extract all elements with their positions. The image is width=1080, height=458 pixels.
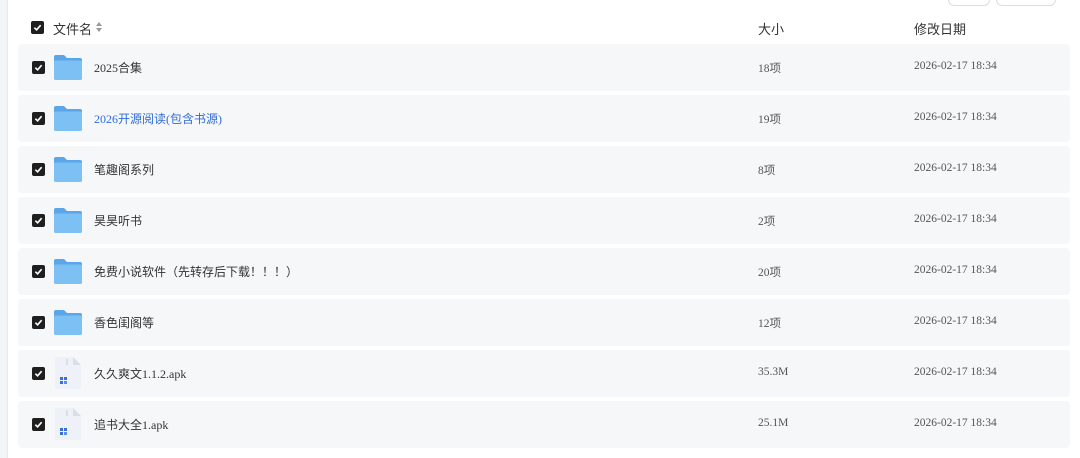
file-name[interactable]: 免费小说软件（先转存后下载！！！） <box>94 263 298 280</box>
file-size: 19项 <box>758 114 781 126</box>
folder-icon <box>53 104 83 132</box>
toolbar-button-partial[interactable] <box>996 0 1056 6</box>
row-checkbox[interactable] <box>32 61 45 74</box>
file-size: 2项 <box>758 216 776 228</box>
row-checkbox[interactable] <box>32 112 45 125</box>
file-size: 25.1M <box>758 417 789 429</box>
check-icon <box>34 268 43 276</box>
file-name[interactable]: 久久爽文1.1.2.apk <box>94 365 186 382</box>
file-date: 2026-02-17 18:34 <box>914 417 997 429</box>
file-size: 35.3M <box>758 366 789 378</box>
check-icon <box>33 24 42 32</box>
file-name[interactable]: 笔趣阁系列 <box>94 161 154 178</box>
column-header-name[interactable]: 文件名 <box>53 19 92 38</box>
check-icon <box>34 64 43 72</box>
file-date: 2026-02-17 18:34 <box>914 213 997 225</box>
file-name[interactable]: 2025合集 <box>94 59 142 76</box>
folder-icon <box>53 206 83 234</box>
row-checkbox[interactable] <box>32 163 45 176</box>
file-date: 2026-02-17 18:34 <box>914 111 997 123</box>
toolbar-button-partial[interactable] <box>948 0 990 6</box>
select-all-checkbox[interactable] <box>31 21 44 34</box>
file-size: 12项 <box>758 318 781 330</box>
check-icon <box>34 421 43 429</box>
check-icon <box>34 217 43 225</box>
file-row[interactable]: 久久爽文1.1.2.apk 35.3M 2026-02-17 18:34 <box>18 350 1070 397</box>
file-name[interactable]: 追书大全1.apk <box>94 416 168 433</box>
check-icon <box>34 115 43 123</box>
file-size: 8项 <box>758 165 776 177</box>
file-row[interactable]: 2025合集 18项 2026-02-17 18:34 <box>18 44 1070 91</box>
sort-icon[interactable] <box>95 21 103 33</box>
file-list-header: 文件名 大小 修改日期 <box>18 10 1070 44</box>
file-date: 2026-02-17 18:34 <box>914 264 997 276</box>
row-checkbox[interactable] <box>32 418 45 431</box>
file-date: 2026-02-17 18:34 <box>914 162 997 174</box>
folder-icon <box>53 155 83 183</box>
check-icon <box>34 319 43 327</box>
file-size: 18项 <box>758 63 781 75</box>
file-date: 2026-02-17 18:34 <box>914 60 997 72</box>
file-date: 2026-02-17 18:34 <box>914 366 997 378</box>
file-row[interactable]: 追书大全1.apk 25.1M 2026-02-17 18:34 <box>18 401 1070 448</box>
folder-icon <box>53 53 83 81</box>
column-header-size[interactable]: 大小 <box>758 19 784 38</box>
file-name[interactable]: 香色闺阁等 <box>94 314 154 331</box>
left-panel-edge <box>0 0 8 458</box>
check-icon <box>34 166 43 174</box>
row-checkbox[interactable] <box>32 214 45 227</box>
row-checkbox[interactable] <box>32 316 45 329</box>
column-header-date[interactable]: 修改日期 <box>914 19 966 38</box>
file-name[interactable]: 昊昊听书 <box>94 212 142 229</box>
file-size: 20项 <box>758 267 781 279</box>
folder-icon <box>53 257 83 285</box>
file-row[interactable]: 免费小说软件（先转存后下载！！！） 20项 2026-02-17 18:34 <box>18 248 1070 295</box>
file-list: 2025合集 18项 2026-02-17 18:34 2026开源阅读(包含书源) 1… <box>18 44 1070 452</box>
row-checkbox[interactable] <box>32 367 45 380</box>
file-row[interactable]: 笔趣阁系列 8项 2026-02-17 18:34 <box>18 146 1070 193</box>
file-row[interactable]: 2026开源阅读(包含书源) 19项 2026-02-17 18:34 <box>18 95 1070 142</box>
row-checkbox[interactable] <box>32 265 45 278</box>
folder-icon <box>53 308 83 336</box>
check-icon <box>34 370 43 378</box>
file-name[interactable]: 2026开源阅读(包含书源) <box>94 110 222 127</box>
apk-file-icon <box>53 356 83 390</box>
file-date: 2026-02-17 18:34 <box>914 315 997 327</box>
apk-file-icon <box>53 407 83 441</box>
file-row[interactable]: 香色闺阁等 12项 2026-02-17 18:34 <box>18 299 1070 346</box>
file-row[interactable]: 昊昊听书 2项 2026-02-17 18:34 <box>18 197 1070 244</box>
